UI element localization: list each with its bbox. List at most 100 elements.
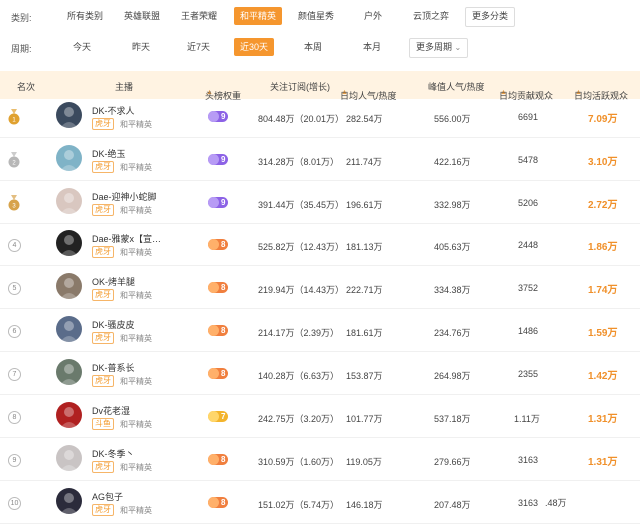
avatar-image <box>60 278 78 299</box>
daily-gift-value: 5206 <box>518 198 539 208</box>
weight-icon <box>208 411 219 422</box>
weight-value: 8 <box>221 283 226 292</box>
rank-number: 4 <box>8 239 21 252</box>
game-category: 和平精英 <box>120 248 152 257</box>
peak-pop-value: 334.38万 <box>434 285 471 295</box>
weight-icon <box>208 282 219 293</box>
header-subs[interactable]: 关注订阅(增长) <box>270 80 330 93</box>
table-row[interactable]: 10 AG包子 虎牙 和平精英 8 151.02万（5.74万） 146.18万… <box>0 481 640 524</box>
header-rank: 名次 <box>17 82 36 92</box>
weight-badge: 9 <box>208 154 229 165</box>
period-this-month[interactable]: 本月 <box>357 38 387 56</box>
subs-value: 242.75万（3.20万） <box>258 414 340 424</box>
weight-icon <box>208 197 219 208</box>
table-row[interactable]: 8 Dv花老湿 斗鱼 和平精英 7 242.75万（3.20万） 101.77万… <box>0 395 640 438</box>
avatar[interactable] <box>56 102 82 128</box>
table-row[interactable]: 6 DK-骚皮皮 虎牙 和平精英 8 214.17万（2.39万） 181.61… <box>0 309 640 352</box>
rank-medal-icon: 3 <box>8 195 20 211</box>
weight-value: 9 <box>221 112 226 121</box>
avatar-image <box>60 364 78 385</box>
subs-value: 310.59万（1.60万） <box>258 457 340 467</box>
period-today[interactable]: 今天 <box>67 38 97 56</box>
streamer-name[interactable]: AG包子 <box>92 490 123 503</box>
subs-value: 804.48万（20.01万） <box>258 114 345 124</box>
daily-active-value: 1.31万 <box>588 414 618 425</box>
weight-value: 8 <box>221 240 226 249</box>
daily-pop-value: 181.13万 <box>346 242 383 252</box>
streamer-name[interactable]: DK-普系长 <box>92 361 135 374</box>
weight-badge: 8 <box>208 282 229 293</box>
table-row[interactable]: 7 DK-普系长 虎牙 和平精英 8 140.28万（6.63万） 153.87… <box>0 352 640 395</box>
game-category: 和平精英 <box>120 334 152 343</box>
weight-value: 8 <box>221 326 226 335</box>
category-honor-of-kings[interactable]: 王者荣耀 <box>175 7 223 25</box>
avatar[interactable] <box>56 316 82 342</box>
category-lol[interactable]: 英雄联盟 <box>118 7 166 25</box>
table-row[interactable]: 2 DK-绝玉 虎牙 和平精英 9 314.28万（8.01万） 211.74万… <box>0 138 640 181</box>
daily-gift-value: 3163 <box>518 455 539 465</box>
subs-value: 151.02万（5.74万） <box>258 500 340 510</box>
period-this-week[interactable]: 本周 <box>298 38 328 56</box>
subs-value: 214.17万（2.39万） <box>258 328 340 338</box>
daily-active-value: 1.59万 <box>588 328 618 339</box>
avatar[interactable] <box>56 188 82 214</box>
streamer-name[interactable]: DK-骚皮皮 <box>92 318 135 331</box>
category-filter-row: 类别: 所有类别 英雄联盟 王者荣耀 和平精英 颜值星秀 户外 云顶之弈 更多分… <box>0 5 640 27</box>
avatar-image <box>60 107 78 128</box>
streamer-name[interactable]: Dv花老湿 <box>92 404 130 417</box>
avatar-image <box>60 193 78 214</box>
avatar[interactable] <box>56 488 82 514</box>
platform-badge: 虎牙 <box>92 461 114 473</box>
subs-value: 140.28万（6.63万） <box>258 371 340 381</box>
platform-badge: 虎牙 <box>92 375 114 387</box>
daily-gift-value: 3752 <box>518 283 539 293</box>
category-beauty-show[interactable]: 颜值星秀 <box>292 7 340 25</box>
period-7days[interactable]: 近7天 <box>181 38 216 56</box>
streamer-name[interactable]: Dae-迎神小蛇脚 <box>92 190 157 203</box>
streamer-name[interactable]: Dae-雅蒙x【宣… <box>92 232 161 245</box>
avatar[interactable] <box>56 145 82 171</box>
rank-number: 6 <box>8 325 21 338</box>
peak-pop-value: 234.76万 <box>434 328 471 338</box>
more-periods-label: 更多周期 <box>416 42 453 52</box>
platform-badge: 斗鱼 <box>92 418 114 430</box>
streamer-name[interactable]: DK-冬季丶 <box>92 447 135 460</box>
weight-icon <box>208 111 219 122</box>
daily-pop-value: 222.71万 <box>346 285 383 295</box>
streamer-name[interactable]: DK-绝玉 <box>92 147 126 160</box>
weight-value: 8 <box>221 455 226 464</box>
avatar[interactable] <box>56 445 82 471</box>
category-label: 类别: <box>11 13 32 23</box>
avatar[interactable] <box>56 273 82 299</box>
daily-active-value: 2.72万 <box>588 200 618 211</box>
header-peak-pop[interactable]: 峰值人气/热度 <box>428 80 485 93</box>
period-yesterday[interactable]: 昨天 <box>126 38 156 56</box>
table-row[interactable]: 1 DK-不求人 虎牙 和平精英 9 804.48万（20.01万） 282.5… <box>0 95 640 138</box>
game-category: 和平精英 <box>120 291 152 300</box>
avatar[interactable] <box>56 402 82 428</box>
daily-active-value: 1.74万 <box>588 285 618 296</box>
daily-active-value: 3.10万 <box>588 157 618 168</box>
table-row[interactable]: 5 OK-烤羊腿 虎牙 和平精英 8 219.94万（14.43万） 222.7… <box>0 266 640 309</box>
category-outdoor[interactable]: 户外 <box>358 7 388 25</box>
table-row[interactable]: 9 DK-冬季丶 虎牙 和平精英 8 310.59万（1.60万） 119.05… <box>0 438 640 481</box>
game-category: 和平精英 <box>120 506 152 515</box>
table-row[interactable]: 3 Dae-迎神小蛇脚 虎牙 和平精英 9 391.44万（35.45万） 19… <box>0 181 640 224</box>
period-30days[interactable]: 近30天 <box>234 38 275 56</box>
table-row[interactable]: 4 Dae-雅蒙x【宣… 虎牙 和平精英 8 525.82万（12.43万） 1… <box>0 223 640 266</box>
category-peace-elite[interactable]: 和平精英 <box>234 7 283 25</box>
avatar[interactable] <box>56 359 82 385</box>
streamer-name[interactable]: OK-烤羊腿 <box>92 275 135 288</box>
game-category: 和平精英 <box>120 163 152 172</box>
avatar[interactable] <box>56 230 82 256</box>
category-tft[interactable]: 云顶之弈 <box>407 7 455 25</box>
more-categories-button[interactable]: 更多分类 <box>465 7 516 27</box>
category-all[interactable]: 所有类别 <box>61 7 109 25</box>
rank-number: 10 <box>8 497 21 510</box>
rank-number: 7 <box>8 368 21 381</box>
peak-pop-value: 556.00万 <box>434 114 471 124</box>
peak-pop-value: 405.63万 <box>434 242 471 252</box>
more-periods-dropdown[interactable]: 更多周期 ⌄ <box>409 38 469 58</box>
streamer-name[interactable]: DK-不求人 <box>92 104 135 117</box>
daily-active-value: .48万 <box>545 498 567 508</box>
